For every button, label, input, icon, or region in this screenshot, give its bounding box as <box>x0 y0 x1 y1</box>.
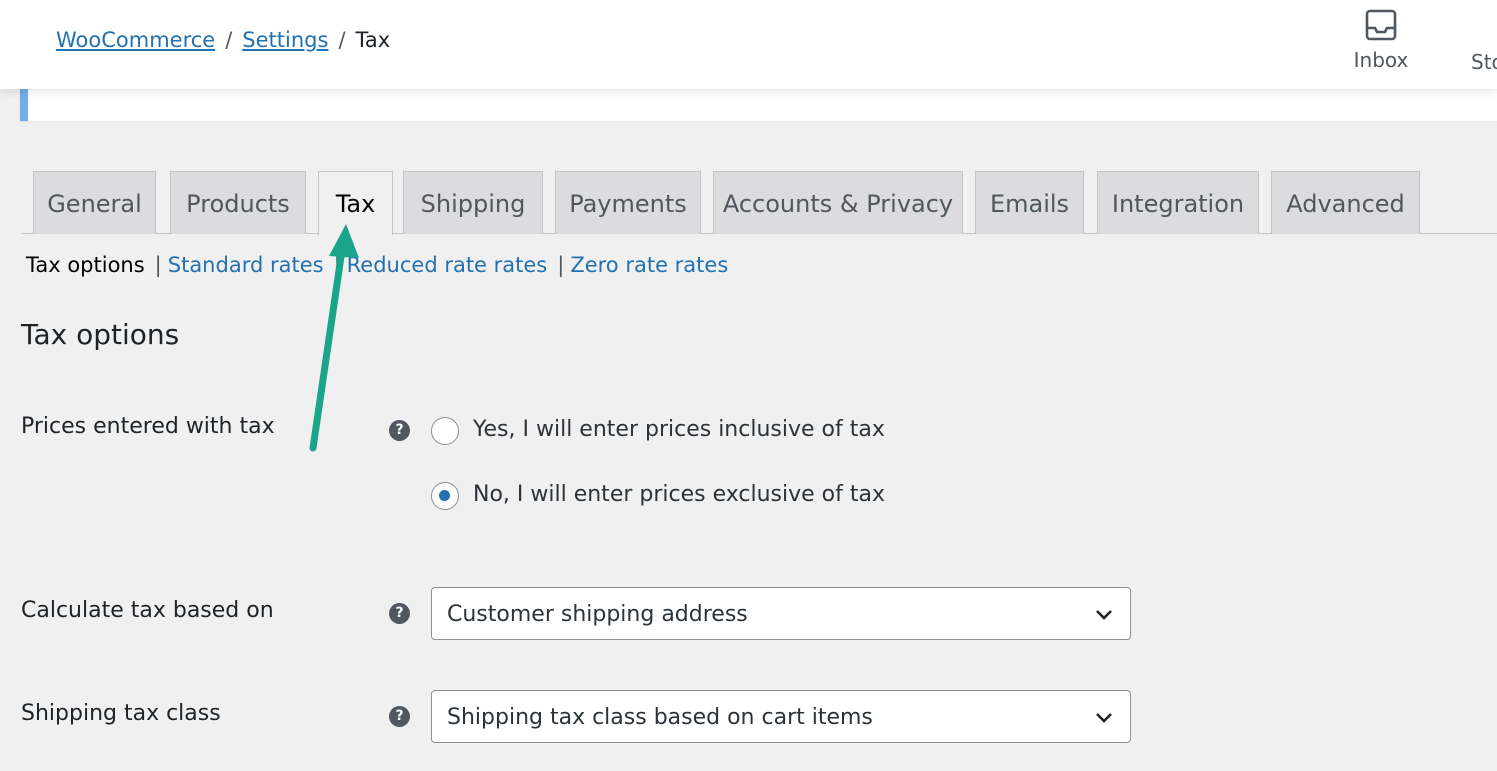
shipping-tax-class-label: Shipping tax class <box>21 701 221 726</box>
prices-inclusive-label[interactable]: Yes, I will enter prices inclusive of ta… <box>473 417 885 442</box>
tab-accounts-privacy[interactable]: Accounts & Privacy <box>713 171 963 234</box>
help-icon[interactable]: ? <box>389 420 410 441</box>
stores-button[interactable]: Sto <box>1471 50 1497 74</box>
tab-payments[interactable]: Payments <box>555 171 701 234</box>
calc-based-on-select[interactable]: Customer shipping address <box>431 587 1131 640</box>
prices-exclusive-label[interactable]: No, I will enter prices exclusive of tax <box>473 482 885 507</box>
notice-bar <box>20 89 1497 121</box>
subnav-zero-rates-link[interactable]: Zero rate rates <box>570 253 728 277</box>
breadcrumb-separator: / <box>338 28 346 52</box>
subnav-current: Tax options <box>26 253 145 277</box>
subnav-separator: | <box>557 253 565 277</box>
breadcrumb: WooCommerce / Settings / Tax <box>56 28 390 52</box>
breadcrumb-settings-link[interactable]: Settings <box>242 28 328 52</box>
prices-entered-label: Prices entered with tax <box>21 414 275 439</box>
tab-advanced[interactable]: Advanced <box>1271 171 1420 234</box>
chevron-down-icon <box>1096 713 1112 723</box>
settings-tabs: General Products Tax Shipping Payments A… <box>22 171 1497 235</box>
inbox-label: Inbox <box>1353 48 1409 72</box>
inbox-icon <box>1365 9 1397 41</box>
inbox-button[interactable]: Inbox <box>1350 8 1412 72</box>
prices-exclusive-radio[interactable] <box>431 482 459 510</box>
calc-based-on-label: Calculate tax based on <box>21 598 274 623</box>
calc-based-on-value: Customer shipping address <box>447 602 748 627</box>
chevron-down-icon <box>1096 610 1112 620</box>
help-icon[interactable]: ? <box>389 603 410 624</box>
subnav-separator: | <box>154 253 162 277</box>
subnav-standard-rates-link[interactable]: Standard rates <box>168 253 324 277</box>
tab-general[interactable]: General <box>33 171 156 234</box>
tab-products[interactable]: Products <box>170 171 306 234</box>
shipping-tax-class-select[interactable]: Shipping tax class based on cart items <box>431 690 1131 743</box>
tax-subnav: Tax options | Standard rates | Reduced rate … <box>26 253 728 277</box>
prices-inclusive-radio[interactable] <box>431 417 459 445</box>
section-title: Tax options <box>21 318 180 351</box>
breadcrumb-current: Tax <box>355 28 391 52</box>
subnav-separator: | <box>333 253 341 277</box>
help-icon[interactable]: ? <box>389 706 410 727</box>
top-bar: WooCommerce / Settings / Tax Inbox Sto <box>0 0 1497 89</box>
tab-integration[interactable]: Integration <box>1097 171 1259 234</box>
tab-emails[interactable]: Emails <box>975 171 1084 234</box>
shipping-tax-class-value: Shipping tax class based on cart items <box>447 705 873 730</box>
tab-tax[interactable]: Tax <box>318 171 393 235</box>
breadcrumb-separator: / <box>225 28 233 52</box>
subnav-reduced-rates-link[interactable]: Reduced rate rates <box>347 253 548 277</box>
tab-shipping[interactable]: Shipping <box>403 171 543 234</box>
breadcrumb-woocommerce-link[interactable]: WooCommerce <box>56 28 215 52</box>
